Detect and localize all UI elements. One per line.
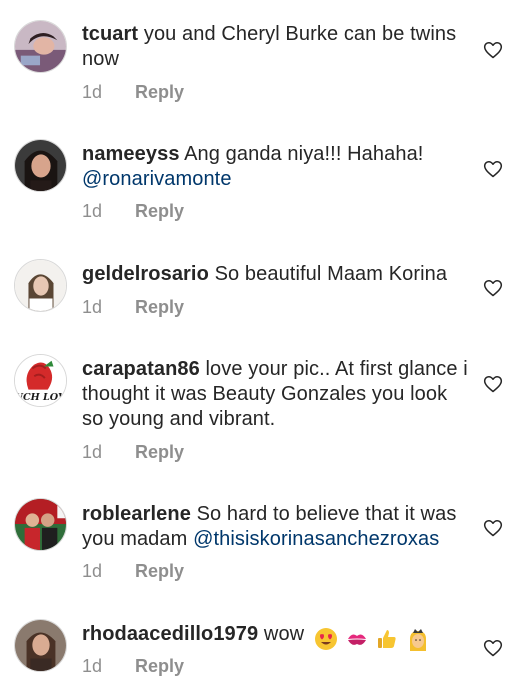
comment-timestamp: 1d bbox=[82, 297, 103, 317]
thumbs-up-emoji bbox=[378, 629, 396, 648]
like-heart-icon[interactable] bbox=[483, 159, 503, 179]
comment-mention-link[interactable]: @thisiskorinasanchezroxas bbox=[193, 528, 439, 550]
avatar[interactable] bbox=[14, 498, 67, 551]
comment-mention-link[interactable]: @ronarivamonte bbox=[82, 168, 232, 190]
avatar[interactable] bbox=[14, 139, 67, 192]
princess-emoji bbox=[409, 628, 426, 651]
comment-username[interactable]: geldelrosario bbox=[82, 263, 209, 285]
comment-text: tcuart you and Cheryl Burke can be twins… bbox=[82, 22, 474, 72]
heart-eyes-emoji bbox=[314, 627, 337, 650]
comment-username[interactable]: roblearlene bbox=[82, 503, 191, 525]
like-heart-icon[interactable] bbox=[483, 40, 503, 60]
avatar[interactable] bbox=[14, 20, 67, 73]
reply-button[interactable]: Reply bbox=[135, 81, 184, 103]
comment-meta: 1d Reply bbox=[82, 81, 184, 103]
like-heart-icon[interactable] bbox=[483, 518, 503, 538]
comment-timestamp: 1d bbox=[82, 656, 103, 676]
comment-timestamp: 1d bbox=[82, 82, 103, 102]
reply-button[interactable]: Reply bbox=[135, 296, 184, 318]
comment-text: carapatan86 love your pic.. At first gla… bbox=[82, 357, 474, 432]
comment-meta: 1d Reply bbox=[82, 655, 184, 677]
avatar-caption: UCH LOV bbox=[15, 392, 66, 403]
comment-body: So beautiful Maam Korina bbox=[214, 263, 448, 285]
comment-meta: 1d Reply bbox=[82, 560, 184, 582]
like-heart-icon[interactable] bbox=[483, 278, 503, 298]
comment-body: Ang ganda niya!!! Hahaha! bbox=[184, 143, 424, 165]
avatar[interactable] bbox=[14, 259, 67, 312]
comment-body: wow bbox=[263, 623, 305, 645]
comment-meta: 1d Reply bbox=[82, 200, 184, 222]
comment-timestamp: 1d bbox=[82, 561, 103, 581]
comment-text: geldelrosario So beautiful Maam Korina bbox=[82, 262, 474, 287]
like-heart-icon[interactable] bbox=[483, 374, 503, 394]
comment-username[interactable]: nameeyss bbox=[82, 143, 180, 165]
emoji-group bbox=[314, 626, 431, 651]
comment-text: roblearlene So hard to believe that it w… bbox=[82, 502, 474, 552]
comment-username[interactable]: rhodaacedillo1979 bbox=[82, 623, 258, 645]
kiss-mark-emoji bbox=[347, 634, 366, 645]
avatar[interactable]: UCH LOV bbox=[14, 354, 67, 407]
reply-button[interactable]: Reply bbox=[135, 200, 184, 222]
reply-button[interactable]: Reply bbox=[135, 655, 184, 677]
comment-timestamp: 1d bbox=[82, 201, 103, 221]
comment-meta: 1d Reply bbox=[82, 296, 184, 318]
comment-timestamp: 1d bbox=[82, 442, 103, 462]
comment-text: nameeyss Ang ganda niya!!! Hahaha! @rona… bbox=[82, 142, 474, 192]
avatar[interactable] bbox=[14, 619, 67, 672]
comment-username[interactable]: carapatan86 bbox=[82, 358, 200, 380]
reply-button[interactable]: Reply bbox=[135, 560, 184, 582]
comment-username[interactable]: tcuart bbox=[82, 23, 138, 45]
comment-body: you and Cheryl Burke can be twins now bbox=[82, 23, 457, 70]
like-heart-icon[interactable] bbox=[483, 638, 503, 658]
comment-meta: 1d Reply bbox=[82, 441, 184, 463]
reply-button[interactable]: Reply bbox=[135, 441, 184, 463]
comment-text: rhodaacedillo1979 wow bbox=[82, 622, 474, 651]
